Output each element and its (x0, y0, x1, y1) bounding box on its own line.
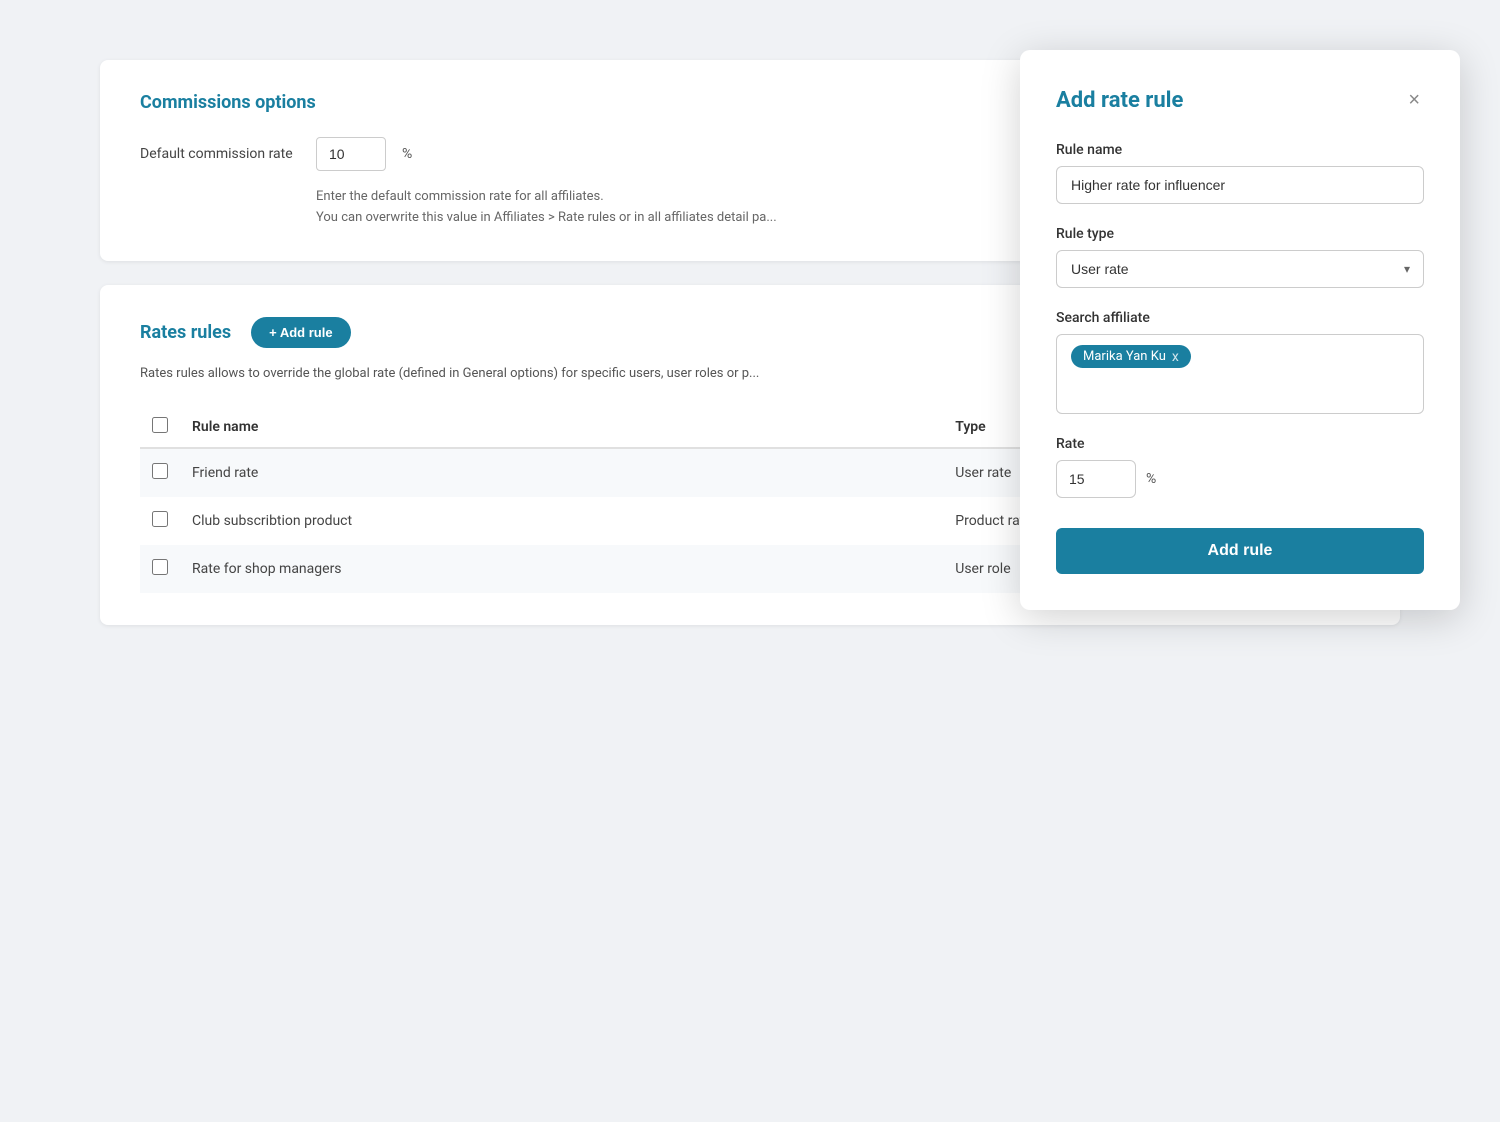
rate-pct-symbol: % (1146, 471, 1156, 487)
rule-type-label: Rule type (1056, 226, 1424, 242)
rate-row: % (1056, 460, 1424, 498)
rule-name-group: Rule name (1056, 142, 1424, 204)
row-checkbox-cell (140, 497, 180, 545)
row-rule-name: Club subscribtion product (180, 497, 943, 545)
search-affiliate-label: Search affiliate (1056, 310, 1424, 326)
search-affiliate-group: Search affiliate Marika Yan Ku x (1056, 310, 1424, 414)
default-rate-input[interactable] (316, 137, 386, 171)
rule-name-input[interactable] (1056, 166, 1424, 204)
affiliate-tag: Marika Yan Ku x (1071, 345, 1191, 368)
rate-input[interactable] (1056, 460, 1136, 498)
row-checkbox-cell (140, 448, 180, 497)
row-checkbox-2[interactable] (152, 559, 168, 575)
default-rate-label: Default commission rate (140, 146, 300, 162)
rule-name-label: Rule name (1056, 142, 1424, 158)
rates-rules-title: Rates rules (140, 322, 231, 343)
row-rule-name: Friend rate (180, 448, 943, 497)
default-rate-pct: % (402, 146, 412, 162)
submit-add-rule-button[interactable]: Add rule (1056, 528, 1424, 574)
col-checkbox (140, 407, 180, 448)
col-rule-name-header: Rule name (180, 407, 943, 448)
tag-label: Marika Yan Ku (1083, 349, 1166, 364)
modal-title: Add rate rule (1056, 88, 1183, 113)
tag-remove-button[interactable]: x (1172, 350, 1179, 364)
modal-close-button[interactable]: × (1404, 86, 1424, 114)
modal-header: Add rate rule × (1056, 86, 1424, 114)
row-rule-name: Rate for shop managers (180, 545, 943, 593)
rule-type-group: Rule type User rate Product rate User ro… (1056, 226, 1424, 288)
rate-label: Rate (1056, 436, 1424, 452)
rate-group: Rate % (1056, 436, 1424, 498)
rule-type-select[interactable]: User rate Product rate User role (1056, 250, 1424, 288)
row-checkbox-cell (140, 545, 180, 593)
add-rule-button[interactable]: + Add rule (251, 317, 350, 348)
add-rate-rule-modal: Add rate rule × Rule name Rule type User… (1020, 50, 1460, 610)
row-checkbox-1[interactable] (152, 511, 168, 527)
rule-type-select-wrapper: User rate Product rate User role ▾ (1056, 250, 1424, 288)
row-checkbox-0[interactable] (152, 463, 168, 479)
search-affiliate-input[interactable]: Marika Yan Ku x (1056, 334, 1424, 414)
page-wrapper: Commissions options Default commission r… (100, 60, 1400, 649)
select-all-checkbox[interactable] (152, 417, 168, 433)
